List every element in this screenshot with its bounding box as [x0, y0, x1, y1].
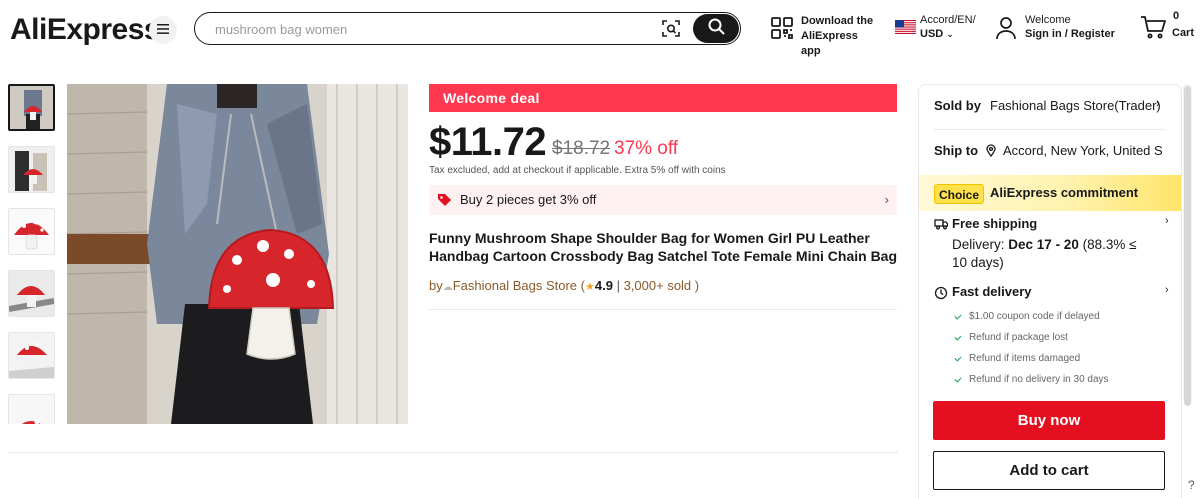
- choice-commitment-banner: Choice AliExpress commitment: [919, 175, 1181, 211]
- language-currency-selector[interactable]: Accord/EN/ USD ⌄: [893, 13, 985, 45]
- ship-to-label: Ship to: [934, 143, 979, 158]
- choice-badge: Choice: [934, 184, 984, 204]
- qr-code-icon: [770, 16, 794, 45]
- product-thumbnail[interactable]: [8, 84, 55, 131]
- currency-label: USD ⌄: [920, 28, 954, 40]
- scrollbar-thumb[interactable]: [1184, 86, 1191, 406]
- buy-now-button[interactable]: Buy now: [933, 401, 1165, 440]
- free-shipping-row[interactable]: Free shipping › Delivery: Dec 17 - 20 (8…: [934, 213, 1169, 293]
- sign-in-register-link[interactable]: Sign in / Register: [1025, 27, 1115, 41]
- fast-delivery-row[interactable]: Fast delivery › $1.00 coupon code if del…: [934, 284, 1169, 394]
- chevron-down-icon: ⌄: [946, 29, 954, 39]
- language-label: Accord/EN/: [920, 14, 976, 26]
- user-icon: [995, 16, 1017, 45]
- hamburger-icon: [157, 21, 169, 39]
- product-title: Funny Mushroom Shape Shoulder Bag for Wo…: [429, 230, 898, 264]
- guarantee-item: Refund if items damaged: [954, 348, 1109, 369]
- store-rating-line: by☁Fashional Bags Store (★4.9 | 3,000+ s…: [429, 278, 700, 293]
- fast-delivery-label: Fast delivery: [952, 284, 1032, 299]
- sold-by-label: Sold by: [934, 98, 981, 113]
- us-flag-icon: [895, 20, 916, 34]
- app-download-line2: AliExpress app: [801, 30, 858, 57]
- cart-label: Cart: [1172, 27, 1195, 39]
- divider: [8, 452, 898, 453]
- discount-label: 37% off: [614, 138, 679, 159]
- guarantee-item: Refund if package lost: [954, 327, 1109, 348]
- by-label: by: [429, 278, 443, 293]
- logo-text: AliExpress: [10, 13, 161, 46]
- panel-scrollbar[interactable]: [1183, 84, 1192, 406]
- chevron-right-icon: ›: [1165, 215, 1169, 227]
- purchase-panel: Sold by Fashional Bags Store(Trader) › S…: [918, 84, 1182, 498]
- chevron-right-icon: ›: [884, 192, 889, 207]
- tax-note: Tax excluded, add at checkout if applica…: [429, 165, 726, 176]
- guarantee-item: $1.00 coupon code if delayed: [954, 306, 1109, 327]
- cart-icon: [1140, 15, 1166, 44]
- welcome-deal-banner: Welcome deal: [429, 84, 897, 112]
- ship-to-row[interactable]: Ship to Accord, New York, United S: [934, 143, 1169, 161]
- product-thumbnail[interactable]: [8, 332, 55, 379]
- image-search-icon[interactable]: [661, 19, 683, 39]
- site-header: AliExpress Download theAliExpr: [0, 0, 1200, 58]
- chevron-right-icon: ›: [1156, 98, 1160, 110]
- commitment-label: AliExpress commitment: [990, 185, 1139, 200]
- cart-button[interactable]: 0 Cart: [1140, 10, 1196, 46]
- product-thumbnail[interactable]: [8, 146, 55, 193]
- product-thumbnail[interactable]: [8, 208, 55, 255]
- delivery-prefix: Delivery:: [952, 237, 1005, 252]
- current-price: $11.72: [429, 120, 547, 164]
- bundle-promo[interactable]: Buy 2 pieces get 3% off ›: [429, 185, 897, 215]
- rating-value[interactable]: 4.9: [595, 278, 613, 293]
- download-app-link[interactable]: Download the AliExpress app: [770, 14, 880, 57]
- star-icon: ★: [585, 281, 595, 293]
- search-input[interactable]: [215, 19, 645, 39]
- menu-button[interactable]: [149, 16, 177, 44]
- account-menu[interactable]: Welcome Sign in / Register: [995, 13, 1120, 45]
- aliexpress-logo[interactable]: AliExpress: [10, 10, 161, 50]
- free-shipping-label: Free shipping: [952, 216, 1038, 231]
- product-main-image[interactable]: [67, 84, 408, 424]
- product-thumbnail[interactable]: [8, 270, 55, 317]
- promo-text: Buy 2 pieces get 3% off: [460, 192, 597, 207]
- location-pin-icon: [986, 144, 996, 160]
- sold-count: 3,000+ sold: [623, 278, 692, 293]
- original-price: $18.72: [552, 138, 611, 159]
- cart-count-badge: 0: [1173, 10, 1180, 22]
- price-tag-icon: [437, 193, 452, 212]
- guarantee-item: Refund if no delivery in 30 days: [954, 369, 1109, 390]
- guarantee-list: $1.00 coupon code if delayed Refund if p…: [954, 306, 1109, 390]
- sold-by-row[interactable]: Sold by Fashional Bags Store(Trader) ›: [934, 98, 1169, 116]
- chevron-right-icon: ›: [1165, 284, 1169, 296]
- app-download-line1: Download the: [801, 15, 874, 27]
- thumbnail-list: [8, 84, 56, 424]
- search-icon: [708, 18, 725, 40]
- search-bar: [194, 12, 741, 45]
- welcome-label: Welcome: [1025, 14, 1071, 26]
- divider: [934, 129, 1165, 130]
- add-to-cart-button[interactable]: Add to cart: [933, 451, 1165, 490]
- sold-by-value: Fashional Bags Store(Trader): [990, 98, 1161, 113]
- divider: [429, 309, 897, 310]
- store-link[interactable]: Fashional Bags Store: [453, 278, 577, 293]
- ship-to-value: Accord, New York, United S: [1003, 143, 1163, 158]
- help-icon[interactable]: ?: [1188, 478, 1195, 492]
- store-icon: ☁: [442, 282, 453, 293]
- delivery-estimate: Delivery: Dec 17 - 20 (88.3% ≤ 10 days): [952, 236, 1152, 272]
- product-thumbnail[interactable]: [8, 394, 55, 424]
- delivery-dates: Dec 17 - 20: [1008, 237, 1079, 252]
- search-button[interactable]: [693, 14, 739, 43]
